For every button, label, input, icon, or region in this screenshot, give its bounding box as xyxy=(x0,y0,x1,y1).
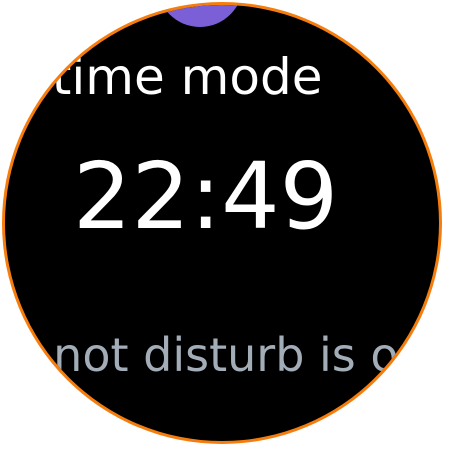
mode-title: Bedtime mode xyxy=(5,48,323,106)
moon-icon xyxy=(157,5,243,27)
watch-screen: Bedtime mode 22:49 Do not disturb is on xyxy=(0,0,450,450)
current-time: 22:49 xyxy=(73,143,339,250)
watch-face: Bedtime mode 22:49 Do not disturb is on xyxy=(2,2,442,444)
dnd-status-text: Do not disturb is on xyxy=(2,328,428,382)
